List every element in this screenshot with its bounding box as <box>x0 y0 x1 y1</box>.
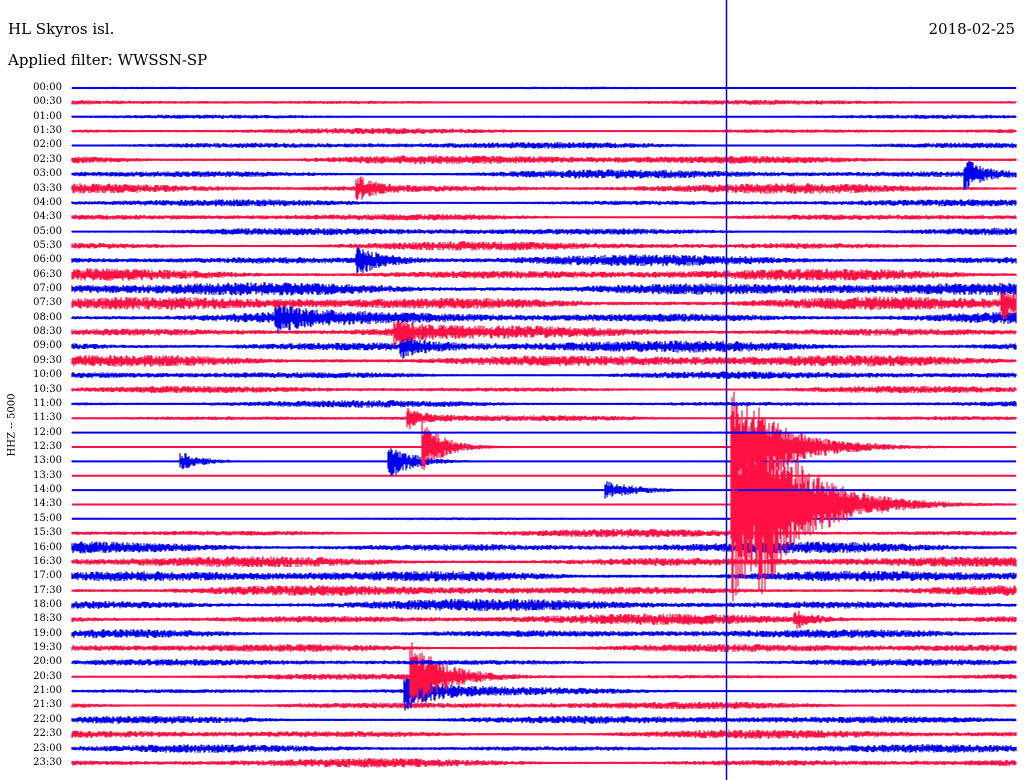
trace-row-1230 <box>71 391 1017 497</box>
helicorder-plot <box>71 0 1017 780</box>
trace-row-0300 <box>71 160 1017 190</box>
trace-row-0600 <box>71 245 1017 274</box>
trace-row-0900 <box>71 336 1017 359</box>
trace-row-2030 <box>71 642 1017 705</box>
